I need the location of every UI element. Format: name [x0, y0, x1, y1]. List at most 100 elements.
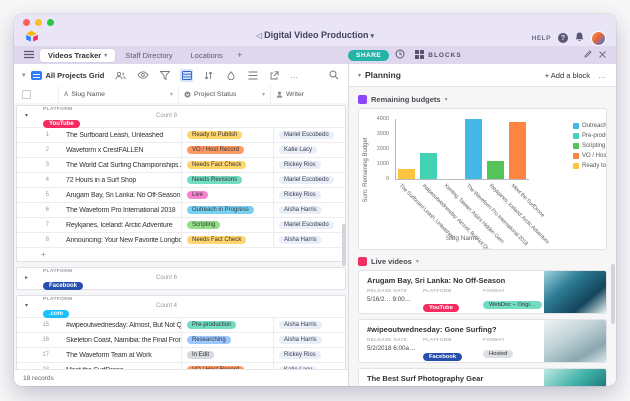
search-icon[interactable] — [327, 69, 340, 82]
view-name[interactable]: All Projects Grid — [46, 71, 105, 80]
chevron-down-icon[interactable]: ▾ — [416, 258, 419, 265]
history-icon[interactable] — [395, 46, 405, 64]
group-header[interactable]: ▸ PLATFORM Facebook Count 6 — [17, 268, 345, 290]
chevron-down-icon[interactable]: ▾ — [358, 72, 361, 79]
bar-4[interactable] — [464, 119, 482, 179]
chevron-right-icon[interactable]: ▸ — [25, 274, 28, 281]
cell-slug-name[interactable]: The Surfboard Leash, Unleashed — [61, 132, 181, 139]
group-icon[interactable] — [180, 68, 194, 82]
table-row[interactable]: 5 Arugam Bay, Sri Lanka: No Off-Season Liv… — [17, 187, 345, 202]
share-button[interactable]: SHARE — [348, 49, 390, 61]
bar-5[interactable] — [487, 161, 504, 179]
add-row-button[interactable]: + — [17, 247, 345, 261]
close-window-button[interactable] — [23, 19, 30, 26]
close-icon[interactable] — [599, 50, 606, 60]
select-all-checkbox[interactable] — [22, 90, 31, 99]
blocks-page-title[interactable]: Planning — [365, 70, 401, 80]
bar-1[interactable] — [397, 169, 415, 179]
cell-project-status[interactable]: Needs Fact Check — [181, 233, 273, 247]
color-icon[interactable] — [224, 69, 237, 82]
cell-writer[interactable]: Mariel Escobedo — [273, 173, 345, 187]
cell-writer[interactable]: Mariel Escobedo — [273, 128, 345, 142]
table-row[interactable]: 7 Reykjanes, Iceland: Arctic Adventure Scr… — [17, 217, 345, 232]
vertical-scrollbar[interactable] — [342, 224, 346, 266]
table-row[interactable]: 6 The Waveform Pro International 2018 Outr… — [17, 202, 345, 217]
sort-icon[interactable] — [202, 69, 215, 82]
cell-slug-name[interactable]: Skeleton Coast, Namibia: the Final Front… — [61, 337, 181, 344]
cell-slug-name[interactable]: Announcing: Your New Favorite Longboard — [61, 237, 181, 244]
chevron-down-icon[interactable]: ▾ — [170, 91, 173, 98]
table-row[interactable]: 3 The World Cat Surfing Championships 201… — [17, 157, 345, 172]
chevron-down-icon[interactable]: ▾ — [25, 112, 28, 119]
cell-writer[interactable]: Aisha Harris — [273, 333, 345, 347]
live-video-card[interactable]: #wipeoutwednesday: Gone Surfing? RELEASE … — [358, 319, 607, 363]
cell-writer[interactable]: Mariel Escobedo — [273, 218, 345, 232]
cell-writer[interactable]: Aisha Harris — [273, 233, 345, 247]
cell-writer[interactable]: Aisha Harris — [273, 203, 345, 217]
cell-slug-name[interactable]: 72 Hours in a Surf Shop — [61, 177, 181, 184]
minimize-window-button[interactable] — [35, 19, 42, 26]
chart-block-title[interactable]: Remaining budgets — [371, 95, 441, 104]
cell-slug-name[interactable]: The Waveform Pro International 2018 — [61, 207, 181, 214]
table-row[interactable]: 16 Skeleton Coast, Namibia: the Final Fro… — [17, 332, 345, 347]
cell-project-status[interactable]: Needs Fact Check — [181, 158, 273, 172]
sidebar-menu-icon[interactable] — [24, 46, 34, 64]
column-header-project-status[interactable]: Project Status ▾ — [178, 86, 270, 103]
table-row[interactable]: 4 72 Hours in a Surf Shop Needs Revisions M… — [17, 172, 345, 187]
cell-project-status[interactable]: Ready to Publish — [181, 128, 273, 142]
cell-project-status[interactable]: Live — [181, 188, 273, 202]
zoom-window-button[interactable] — [47, 19, 54, 26]
more-options-icon[interactable]: … — [598, 71, 607, 80]
cell-project-status[interactable]: Researching — [181, 333, 273, 347]
column-header-writer[interactable]: Writer — [270, 86, 348, 103]
cell-writer[interactable]: Aisha Harris — [273, 318, 345, 332]
chevron-down-icon[interactable]: ▾ — [25, 302, 28, 309]
cell-slug-name[interactable]: Reykjanes, Iceland: Arctic Adventure — [61, 222, 181, 229]
cell-slug-name[interactable]: The World Cat Surfing Championships 2018 — [61, 162, 181, 169]
add-block-button[interactable]: + Add a block — [545, 71, 590, 80]
chevron-down-icon[interactable]: ▾ — [445, 96, 448, 103]
tab-staff-directory[interactable]: Staff Directory — [117, 49, 180, 62]
bar-2[interactable] — [420, 152, 437, 179]
cell-writer[interactable]: Rickey Rios — [273, 158, 345, 172]
live-video-card[interactable]: Arugam Bay, Sri Lanka: No Off-Season RELE… — [358, 270, 607, 314]
vertical-scrollbar[interactable] — [611, 264, 615, 324]
base-title[interactable]: ◁ Digital Video Production ▾ — [14, 30, 616, 40]
hide-fields-icon[interactable] — [136, 69, 149, 82]
column-header-slug-name[interactable]: A Slug Name ▾ — [58, 86, 178, 103]
row-height-icon[interactable] — [246, 69, 259, 82]
cell-slug-name[interactable]: The Waveform Team at Work — [61, 352, 181, 359]
cell-project-status[interactable]: Pre-production — [181, 318, 273, 332]
views-sidebar-toggle[interactable]: ▾ — [22, 71, 26, 79]
collaborators-icon[interactable] — [114, 69, 127, 82]
table-row[interactable]: 2 Waveform x CrestFALLEN VO / Host Record K… — [17, 142, 345, 157]
cell-writer[interactable]: Katie Lacy — [273, 143, 345, 157]
tab-locations[interactable]: Locations — [183, 49, 231, 62]
bar-6[interactable] — [509, 122, 527, 179]
user-avatar[interactable] — [591, 30, 606, 46]
bell-icon[interactable] — [575, 29, 584, 47]
tab-videos-tracker[interactable]: Videos Tracker ▾ — [40, 48, 116, 62]
live-video-card[interactable]: The Best Surf Photography GearRELEASE DA… — [358, 368, 607, 386]
share-view-icon[interactable] — [268, 69, 281, 82]
add-table-button[interactable]: + — [233, 49, 247, 62]
cell-slug-name[interactable]: Arugam Bay, Sri Lanka: No Off-Season — [61, 192, 181, 199]
table-row[interactable]: 8 Announcing: Your New Favorite Longboard… — [17, 232, 345, 247]
group-header[interactable]: ▾ PLATFORM YouTube Count 8 — [17, 106, 345, 128]
question-icon[interactable]: ? — [558, 33, 568, 43]
help-button[interactable]: HELP — [532, 35, 551, 42]
chevron-down-icon[interactable]: ▾ — [262, 91, 265, 98]
live-block-title[interactable]: Live videos — [371, 257, 412, 266]
cell-project-status[interactable]: Scripting — [181, 218, 273, 232]
cell-project-status[interactable]: Needs Revisions — [181, 173, 273, 187]
edit-icon[interactable] — [584, 50, 592, 60]
filter-icon[interactable] — [158, 69, 171, 82]
cell-project-status[interactable]: In Edit — [181, 348, 273, 362]
cell-project-status[interactable]: VO / Host Record — [181, 143, 273, 157]
cell-slug-name[interactable]: #wipeoutwednesday: Almost, But Not Quite — [61, 322, 181, 329]
more-options-icon[interactable]: … — [290, 71, 299, 80]
group-header[interactable]: ▾ PLATFORM .com Count 4 — [17, 296, 345, 318]
cell-writer[interactable]: Rickey Rios — [273, 348, 345, 362]
table-row[interactable]: 17 The Waveform Team at Work In Edit Rickey… — [17, 347, 345, 362]
cell-writer[interactable]: Rickey Rios — [273, 188, 345, 202]
